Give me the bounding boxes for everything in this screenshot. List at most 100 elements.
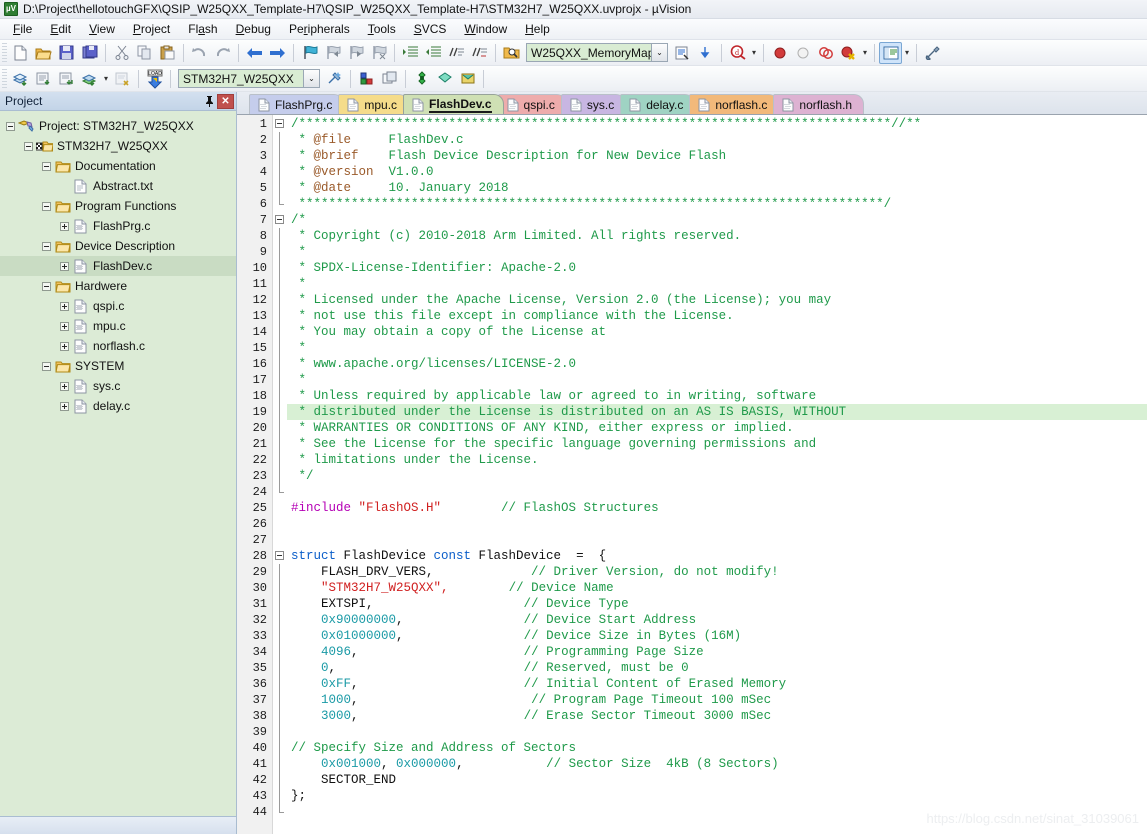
kill-all-breakpoints-icon[interactable] xyxy=(837,42,860,64)
tree-item-delay-c[interactable]: delay.c xyxy=(0,396,236,416)
find-in-files-icon[interactable] xyxy=(500,42,523,64)
insert-breakpoint-icon[interactable] xyxy=(768,42,791,64)
build-icon[interactable] xyxy=(9,68,32,90)
tree-item-norflash-c[interactable]: norflash.c xyxy=(0,336,236,356)
paste-icon[interactable] xyxy=(156,42,179,64)
tree-item-project-stm32h7-w25qxx[interactable]: Project: STM32H7_W25QXX xyxy=(0,116,236,136)
multi-project-icon[interactable] xyxy=(433,68,456,90)
menu-file[interactable]: File xyxy=(4,20,41,38)
tree-item-qspi-c[interactable]: qspi.c xyxy=(0,296,236,316)
toolbar-build-grip[interactable] xyxy=(2,68,7,89)
tree-collapse-icon[interactable] xyxy=(6,121,15,131)
chevron-down-icon[interactable]: ⌄ xyxy=(651,44,667,61)
editor-tab-norflash-c[interactable]: norflash.c xyxy=(689,94,780,114)
uncomment-icon[interactable] xyxy=(468,42,491,64)
batch-build-chevron-icon[interactable]: ▾ xyxy=(101,68,111,90)
tree-item-device-description[interactable]: Device Description xyxy=(0,236,236,256)
toolbar-grip[interactable] xyxy=(2,42,7,63)
tree-item-abstract-txt[interactable]: Abstract.txt xyxy=(0,176,236,196)
tree-expand-icon[interactable] xyxy=(60,401,69,411)
indent-icon[interactable] xyxy=(399,42,422,64)
tree-item-hardwere[interactable]: Hardwere xyxy=(0,276,236,296)
project-tree[interactable]: Project: STM32H7_W25QXX STM32H7_W25QXX Doc… xyxy=(0,111,236,816)
search-text-combo[interactable]: W25QXX_MemoryMapped ⌄ xyxy=(526,43,668,62)
redo-icon[interactable] xyxy=(211,42,234,64)
tree-collapse-icon[interactable] xyxy=(42,161,51,171)
menu-view[interactable]: View xyxy=(80,20,124,38)
open-file-icon[interactable] xyxy=(32,42,55,64)
breakpoints-chevron-icon[interactable]: ▾ xyxy=(860,42,870,64)
tree-collapse-icon[interactable] xyxy=(42,361,51,371)
translate-icon[interactable] xyxy=(32,68,55,90)
pin-icon[interactable] xyxy=(201,94,217,109)
close-icon[interactable]: ✕ xyxy=(217,93,234,109)
navigate-back-icon[interactable] xyxy=(243,42,266,64)
tree-item-program-functions[interactable]: Program Functions xyxy=(0,196,236,216)
new-file-icon[interactable] xyxy=(9,42,32,64)
manage-runtime-icon[interactable] xyxy=(355,68,378,90)
menu-flash[interactable]: Flash xyxy=(179,20,226,38)
tree-collapse-icon[interactable] xyxy=(42,201,51,211)
bookmark-next-icon[interactable] xyxy=(344,42,367,64)
project-window-icon[interactable] xyxy=(879,41,902,64)
disable-all-breakpoints-icon[interactable] xyxy=(814,42,837,64)
find-options-chevron-icon[interactable]: ▾ xyxy=(749,42,759,64)
editor-tab-qspi-c[interactable]: qspi.c xyxy=(497,94,567,114)
editor-tab-norflash-h[interactable]: norflash.h xyxy=(773,94,865,114)
browse-info-icon[interactable] xyxy=(671,42,694,64)
code-folding-column[interactable] xyxy=(273,115,287,834)
fold-marker[interactable] xyxy=(273,548,287,564)
window-layout-chevron-icon[interactable]: ▾ xyxy=(902,42,912,64)
tree-item-system[interactable]: SYSTEM xyxy=(0,356,236,376)
tree-item-sys-c[interactable]: sys.c xyxy=(0,376,236,396)
editor-tab-flashdev-c[interactable]: FlashDev.c xyxy=(403,94,504,114)
bookmark-prev-icon[interactable] xyxy=(321,42,344,64)
configure-icon[interactable] xyxy=(410,68,433,90)
fold-marker[interactable] xyxy=(273,212,287,228)
tree-collapse-icon[interactable] xyxy=(24,141,33,151)
editor-tab-delay-c[interactable]: delay.c xyxy=(620,94,696,114)
tree-item-documentation[interactable]: Documentation xyxy=(0,156,236,176)
target-combo[interactable]: STM32H7_W25QXX ⌄ xyxy=(178,69,320,88)
save-icon[interactable] xyxy=(55,42,78,64)
target-options-icon[interactable] xyxy=(323,68,346,90)
download-load-icon[interactable]: LOAD xyxy=(143,68,166,90)
tree-expand-icon[interactable] xyxy=(60,301,69,311)
outdent-icon[interactable] xyxy=(422,42,445,64)
menu-project[interactable]: Project xyxy=(124,20,179,38)
comment-icon[interactable] xyxy=(445,42,468,64)
copy-icon[interactable] xyxy=(133,42,156,64)
navigate-forward-icon[interactable] xyxy=(266,42,289,64)
menu-svcs[interactable]: SVCS xyxy=(405,20,456,38)
code-text[interactable]: /***************************************… xyxy=(287,115,1147,834)
menu-tools[interactable]: Tools xyxy=(359,20,405,38)
menu-window[interactable]: Window xyxy=(455,20,516,38)
fold-marker[interactable] xyxy=(273,116,287,132)
tree-expand-icon[interactable] xyxy=(60,321,69,331)
undo-icon[interactable] xyxy=(188,42,211,64)
batch-build-icon[interactable] xyxy=(78,68,101,90)
menu-help[interactable]: Help xyxy=(516,20,559,38)
insert-function-icon[interactable] xyxy=(694,42,717,64)
editor-tab-sys-c[interactable]: sys.c xyxy=(560,94,627,114)
tree-expand-icon[interactable] xyxy=(60,381,69,391)
disable-breakpoint-icon[interactable] xyxy=(791,42,814,64)
save-all-icon[interactable] xyxy=(78,42,101,64)
tree-expand-icon[interactable] xyxy=(60,221,69,231)
tree-item-mpu-c[interactable]: mpu.c xyxy=(0,316,236,336)
editor-tab-flashprg-c[interactable]: FlashPrg.c xyxy=(249,94,345,114)
menu-peripherals[interactable]: Peripherals xyxy=(280,20,359,38)
tree-expand-icon[interactable] xyxy=(60,261,69,271)
tree-item-flashprg-c[interactable]: FlashPrg.c xyxy=(0,216,236,236)
tree-item-stm32h7-w25qxx[interactable]: STM32H7_W25QXX xyxy=(0,136,236,156)
code-editor[interactable]: 1 2 3 4 5 6 7 8 9 10 11 12 13 14 15 16 17 18 19 20 21 22 23 24 2… xyxy=(237,114,1147,834)
menu-edit[interactable]: Edit xyxy=(41,20,80,38)
tree-collapse-icon[interactable] xyxy=(42,281,51,291)
editor-tab-mpu-c[interactable]: mpu.c xyxy=(338,94,410,114)
bookmark-toggle-icon[interactable] xyxy=(298,42,321,64)
tree-item-flashdev-c[interactable]: FlashDev.c xyxy=(0,256,236,276)
find-icon[interactable]: d xyxy=(726,42,749,64)
chevron-down-icon[interactable]: ⌄ xyxy=(303,70,319,87)
menu-debug[interactable]: Debug xyxy=(227,20,280,38)
manage-project-items-icon[interactable] xyxy=(378,68,401,90)
